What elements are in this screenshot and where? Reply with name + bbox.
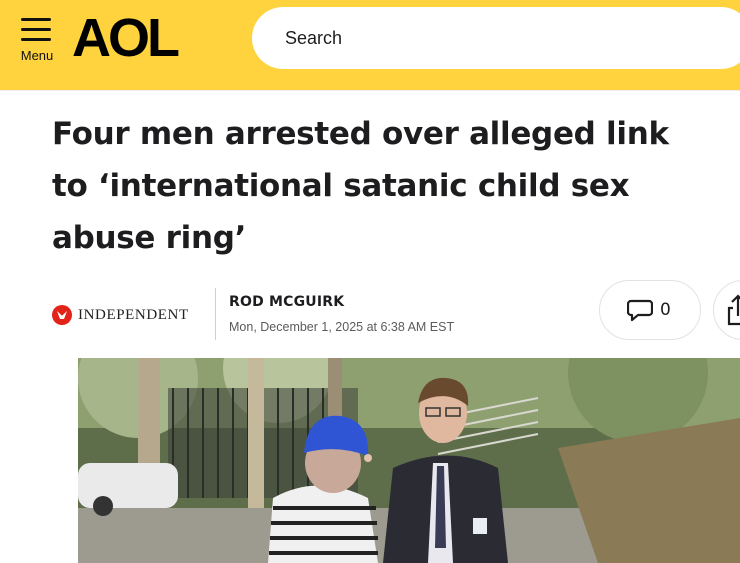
photo-illustration: [78, 358, 740, 563]
search-bar[interactable]: [252, 7, 740, 69]
publisher-logo[interactable]: INDEPENDENT: [52, 304, 189, 326]
eagle-icon: [52, 305, 72, 325]
search-input[interactable]: [285, 27, 705, 49]
comment-count: 0: [660, 300, 671, 320]
comments-button[interactable]: 0: [599, 280, 701, 340]
article-photo: [78, 358, 740, 563]
header-divider: [0, 90, 740, 91]
share-icon: [727, 294, 740, 326]
article-headline: Four men arrested over alleged link to ‘…: [52, 116, 669, 256]
byline-divider: [215, 288, 216, 340]
author-name[interactable]: ROD MCGUIRK: [229, 294, 344, 310]
aol-logo[interactable]: AOL: [72, 8, 180, 68]
publish-date: Mon, December 1, 2025 at 6:38 AM EST: [229, 320, 455, 334]
publisher-name: INDEPENDENT: [78, 306, 189, 323]
speech-bubble-icon: [627, 299, 653, 322]
site-header: Menu AOL: [0, 0, 740, 90]
menu-button[interactable]: Menu: [18, 16, 56, 66]
hamburger-icon: [21, 18, 51, 41]
menu-label: Menu: [20, 48, 54, 63]
